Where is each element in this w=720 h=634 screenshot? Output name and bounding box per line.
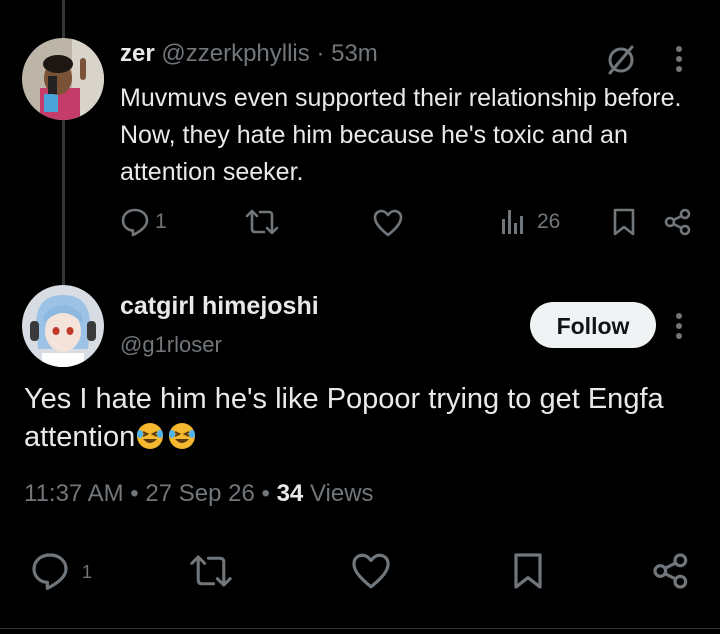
post-reply-icon[interactable] [30,551,70,591]
reply-reply-count: 1 [155,210,167,233]
meta-dot: • [261,480,270,507]
post-bookmark-icon[interactable] [512,551,544,591]
post-date[interactable]: 27 Sep 26 [145,480,254,507]
divider [0,628,720,629]
bookmark-icon[interactable] [612,207,636,237]
post-like-icon[interactable] [350,551,392,591]
reply-views-count: 26 [537,210,561,233]
follow-button[interactable]: Follow [530,302,656,348]
more-icon[interactable] [671,44,687,74]
post-more-icon[interactable] [671,311,687,341]
laughing-emoji-icon [167,421,197,451]
reply-header: zer @zzerkphyllis · 53m [120,40,378,68]
reply-time[interactable]: 53m [331,40,378,67]
reply-icon[interactable] [120,207,150,237]
retweet-icon[interactable] [244,207,280,237]
reply-text: Muvmuvs even supported their relationshi… [120,84,682,186]
meta-dot: • [130,480,139,507]
post-time[interactable]: 11:37 AM [24,480,124,507]
post-avatar[interactable] [22,285,104,367]
reply-avatar[interactable] [22,38,104,120]
laughing-emoji-icon [135,421,165,451]
share-icon[interactable] [663,207,693,237]
post-metadata: 11:37 AM • 27 Sep 26 • 34 Views [24,480,374,508]
post-author-handle[interactable]: @g1rloser [120,332,222,358]
post-author-name[interactable]: catgirl himejoshi [120,292,319,321]
reply-separator: · [316,40,325,67]
reply-author-handle[interactable]: @zzerkphyllis [161,40,309,67]
views-icon[interactable] [500,207,528,237]
like-icon[interactable] [372,208,404,238]
post-retweet-icon[interactable] [188,551,234,591]
post-views-count: 34 [276,480,304,507]
post-text: Yes I hate him he's like Popoor trying t… [24,383,664,453]
post-reply-count: 1 [82,562,93,582]
grok-icon[interactable] [605,44,637,76]
post-share-icon[interactable] [651,551,691,591]
reply-author-name[interactable]: zer [120,40,155,67]
post-views-label: Views [309,480,374,507]
post-text-container: Yes I hate him he's like Popoor trying t… [24,380,694,456]
